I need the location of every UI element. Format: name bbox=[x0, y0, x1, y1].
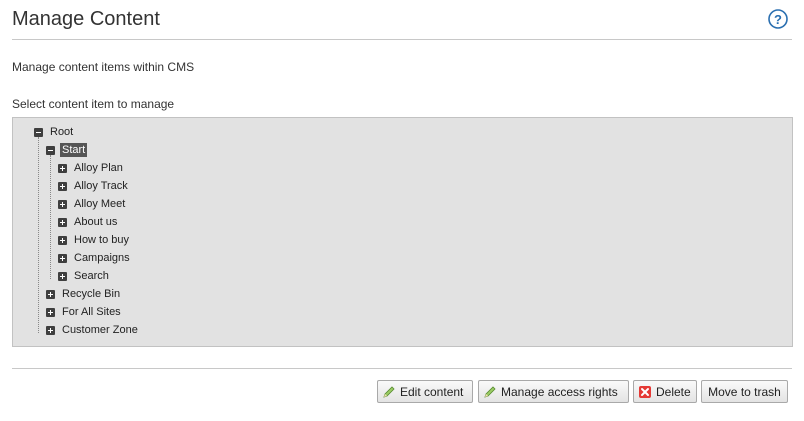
tree-node-label[interactable]: Customer Zone bbox=[60, 323, 140, 337]
expand-icon[interactable] bbox=[58, 199, 67, 209]
tree-connector bbox=[38, 137, 39, 333]
tree-node-label[interactable]: Alloy Meet bbox=[72, 197, 127, 211]
button-label: Move to trash bbox=[708, 384, 781, 399]
page-description: Manage content items within CMS bbox=[12, 60, 195, 74]
tree-node-start[interactable]: Start bbox=[46, 141, 88, 159]
footer-divider bbox=[12, 368, 792, 369]
collapse-icon[interactable] bbox=[46, 145, 55, 155]
header-divider bbox=[12, 39, 792, 40]
edit-content-button[interactable]: Edit content bbox=[377, 380, 473, 403]
tree-node-about-us[interactable]: About us bbox=[58, 213, 119, 231]
expand-icon[interactable] bbox=[58, 181, 67, 191]
pencil-icon bbox=[383, 385, 395, 398]
svg-text:?: ? bbox=[774, 12, 782, 27]
button-label: Manage access rights bbox=[501, 384, 618, 399]
expand-icon[interactable] bbox=[46, 307, 55, 317]
tree-node-customer-zone[interactable]: Customer Zone bbox=[46, 321, 140, 339]
tree-node-label[interactable]: Alloy Track bbox=[72, 179, 130, 193]
tree-node-label[interactable]: About us bbox=[72, 215, 119, 229]
expand-icon[interactable] bbox=[58, 235, 67, 245]
tree-node-for-all-sites[interactable]: For All Sites bbox=[46, 303, 123, 321]
tree-node-alloy-track[interactable]: Alloy Track bbox=[58, 177, 130, 195]
expand-icon[interactable] bbox=[46, 289, 55, 299]
manage-access-rights-button[interactable]: Manage access rights bbox=[478, 380, 629, 403]
expand-icon[interactable] bbox=[58, 163, 67, 173]
tree-node-label[interactable]: For All Sites bbox=[60, 305, 123, 319]
help-icon[interactable]: ? bbox=[768, 9, 788, 29]
select-label: Select content item to manage bbox=[12, 97, 175, 111]
button-label: Edit content bbox=[400, 384, 464, 399]
delete-x-icon bbox=[639, 385, 651, 398]
page-title: Manage Content bbox=[12, 8, 160, 30]
tree-node-label[interactable]: How to buy bbox=[72, 233, 131, 247]
expand-icon[interactable] bbox=[58, 271, 67, 281]
content-tree: Root Start Alloy Plan Alloy Track Alloy … bbox=[12, 117, 793, 347]
tree-node-label[interactable]: Campaigns bbox=[72, 251, 132, 265]
expand-icon[interactable] bbox=[58, 253, 67, 263]
tree-node-label[interactable]: Recycle Bin bbox=[60, 287, 122, 301]
tree-connector bbox=[50, 155, 51, 279]
tree-node-root[interactable]: Root bbox=[34, 123, 75, 141]
tree-node-campaigns[interactable]: Campaigns bbox=[58, 249, 132, 267]
expand-icon[interactable] bbox=[46, 325, 55, 335]
tree-node-alloy-meet[interactable]: Alloy Meet bbox=[58, 195, 127, 213]
expand-icon[interactable] bbox=[58, 217, 67, 227]
tree-node-label[interactable]: Start bbox=[60, 143, 88, 157]
button-label: Delete bbox=[656, 384, 691, 399]
delete-button[interactable]: Delete bbox=[633, 380, 697, 403]
tree-node-alloy-plan[interactable]: Alloy Plan bbox=[58, 159, 125, 177]
tree-node-label[interactable]: Alloy Plan bbox=[72, 161, 125, 175]
collapse-icon[interactable] bbox=[34, 127, 43, 137]
tree-node-label[interactable]: Search bbox=[72, 269, 111, 283]
move-to-trash-button[interactable]: Move to trash bbox=[701, 380, 788, 403]
tree-node-label[interactable]: Root bbox=[48, 125, 75, 139]
tree-node-recycle-bin[interactable]: Recycle Bin bbox=[46, 285, 122, 303]
tree-node-how-to-buy[interactable]: How to buy bbox=[58, 231, 131, 249]
tree-node-search[interactable]: Search bbox=[58, 267, 111, 285]
pencil-icon bbox=[484, 385, 496, 398]
